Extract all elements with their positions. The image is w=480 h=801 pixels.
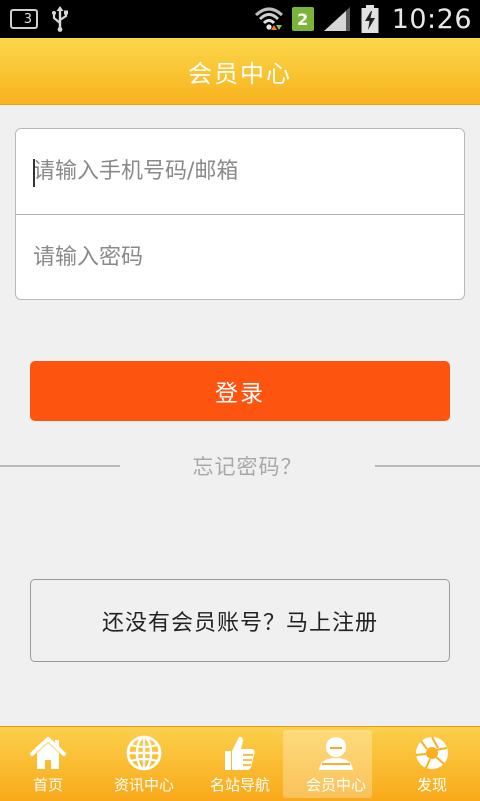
- sim-number: 2: [297, 9, 309, 29]
- password-row: [16, 215, 464, 300]
- nav-label-member-center: 会员中心: [305, 776, 366, 794]
- status-bar: 3 2 10:26: [0, 0, 480, 38]
- divider-right: [375, 465, 480, 467]
- page-title: 会员中心: [188, 59, 292, 88]
- forgot-password-link[interactable]: 忘记密码？: [120, 450, 375, 482]
- signal-icon: [323, 7, 350, 31]
- thumbs-up-icon: [225, 736, 255, 770]
- app-header: 会员中心: [0, 38, 480, 105]
- login-button-label: 登录: [215, 381, 265, 407]
- forgot-password-label: 忘记密码？: [192, 455, 303, 479]
- usb-icon: [52, 6, 68, 32]
- divider-left: [0, 465, 120, 467]
- nav-item-news[interactable]: 资讯中心: [96, 727, 192, 801]
- notification-count-badge: 3: [10, 9, 38, 29]
- status-bar-right: 2 10:26: [254, 2, 472, 36]
- nav-item-member-center[interactable]: 会员中心: [283, 727, 384, 801]
- bottom-nav: 首页 资讯中心 名站导航 会员中心 发现: [0, 726, 480, 801]
- sim-badge: 2: [291, 7, 314, 31]
- login-button[interactable]: 登录: [30, 361, 450, 421]
- username-input[interactable]: [33, 159, 453, 184]
- nav-label-discover: 发现: [416, 776, 447, 794]
- text-cursor: [33, 159, 35, 187]
- password-input[interactable]: [33, 245, 453, 270]
- register-button[interactable]: 还没有会员账号？马上注册: [30, 579, 450, 662]
- nav-item-site-guide[interactable]: 名站导航: [192, 727, 288, 801]
- username-row: [16, 129, 464, 215]
- nav-item-home[interactable]: 首页: [0, 727, 96, 801]
- battery-charging-icon: [361, 5, 379, 33]
- home-icon: [30, 737, 66, 769]
- nav-label-site-guide: 名站导航: [209, 776, 270, 794]
- login-form: [15, 128, 465, 300]
- nav-label-news: 资讯中心: [113, 776, 174, 794]
- nav-item-discover[interactable]: 发现: [384, 727, 480, 801]
- wifi-icon: [254, 7, 283, 30]
- nav-label-home: 首页: [32, 776, 63, 794]
- notification-count: 3: [23, 11, 32, 27]
- status-bar-left: 3: [10, 6, 70, 32]
- register-button-label: 还没有会员账号？马上注册: [101, 610, 378, 636]
- clock: 10:26: [391, 3, 472, 35]
- camera-shutter-icon: [415, 736, 448, 769]
- user-icon: [319, 737, 353, 770]
- globe-icon: [126, 735, 162, 771]
